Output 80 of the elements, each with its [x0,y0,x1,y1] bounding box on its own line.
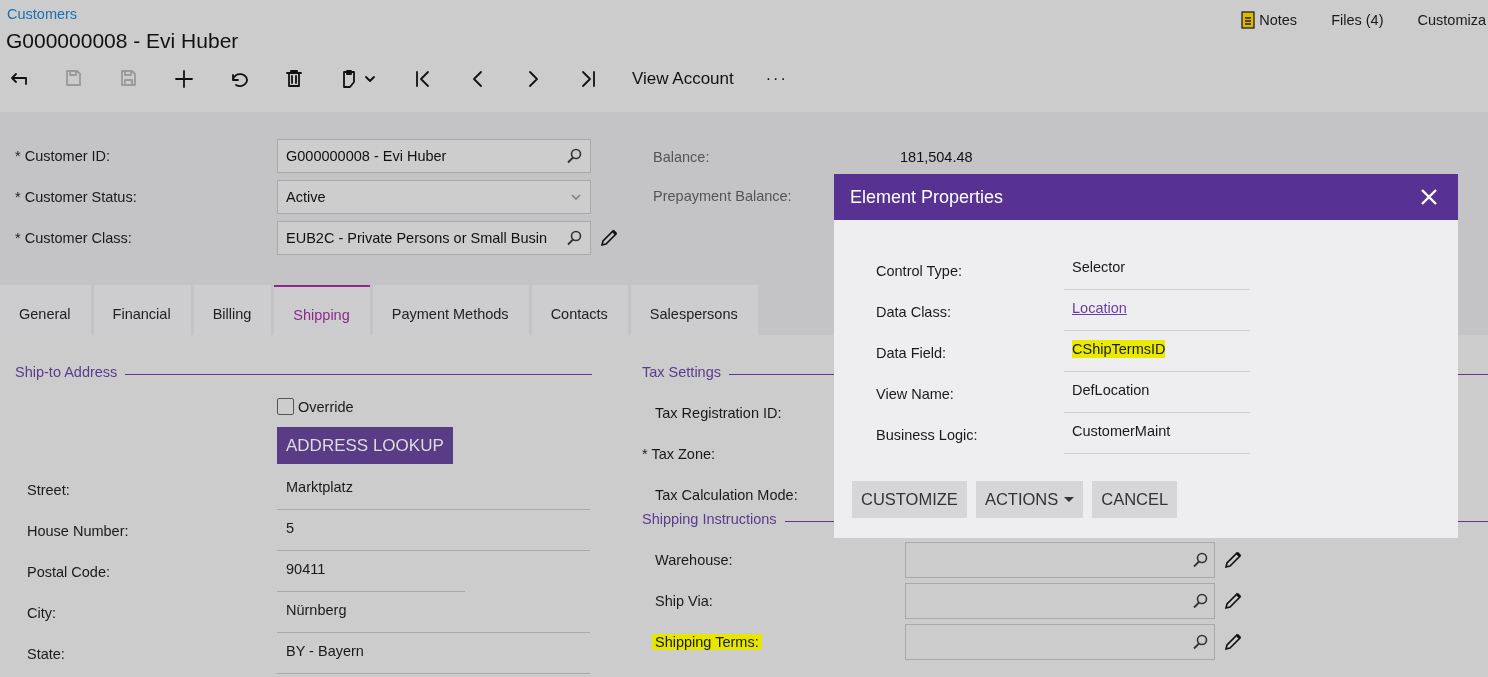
highlighted-label: Shipping Terms: [652,633,762,650]
property-value: CShipTermsID [1072,340,1166,358]
trash-icon[interactable] [283,68,305,90]
toolbar-link[interactable]: Customiza [1417,11,1486,29]
close-icon [1420,188,1438,206]
property-value: DefLocation [1072,381,1150,399]
field-value: 181,504.48 [900,149,973,165]
field-value: G000000008 - Evi Huber [286,148,447,164]
field-value[interactable]: 5 [277,510,590,551]
close-button[interactable] [1420,188,1438,206]
field-label: Tax Calculation Mode: [654,486,798,503]
selector-field[interactable]: G000000008 - Evi Huber [277,139,591,173]
property-value: Selector [1072,258,1126,276]
field-label: Street: [27,481,70,498]
property-label: Control Type: [876,263,962,279]
field-label: * Tax Zone: [642,445,716,462]
property-value: CustomerMaint [1072,422,1171,440]
property-label: Business Logic: [876,427,978,443]
note-icon [1241,11,1256,29]
field-label: Prepayment Balance: [653,188,792,204]
dialog-button[interactable]: CUSTOMIZE [852,481,967,518]
menu-button[interactable]: ACTIONS [975,481,1084,518]
section-heading: Shipping Instructions [642,511,777,527]
field-value[interactable]: Marktplatz [277,469,590,510]
tab[interactable]: General [0,285,91,335]
section-heading: Ship-to Address [15,364,118,380]
add-icon[interactable] [173,68,195,90]
field-label: State: [27,645,65,662]
field-label: Tax Registration ID: [654,404,782,421]
pencil-icon[interactable] [1223,631,1243,652]
search-icon[interactable] [1192,551,1208,568]
field-label: * Customer Status: [15,189,137,205]
dialog-button[interactable]: CANCEL [1092,481,1178,518]
search-icon[interactable] [1192,592,1208,609]
property-label: Data Class: [876,304,951,320]
field-label: Balance: [653,149,710,165]
tab[interactable]: Payment Methods [372,285,529,335]
tab[interactable]: Billing [193,285,272,335]
field-value[interactable]: Nürnberg [277,592,590,633]
pencil-icon[interactable] [1223,549,1243,570]
chevron-down-icon[interactable] [364,73,376,85]
field-label: * Customer Class: [15,230,132,246]
field-label: City: [27,604,56,621]
tab[interactable]: Shipping [274,285,370,337]
pencil-icon[interactable] [1223,590,1243,611]
dropdown-field[interactable]: Active [277,180,591,214]
field-value: EUB2C - Private Persons or Small Busin [286,230,548,246]
field-label: Ship Via: [655,592,713,609]
field-label: Warehouse: [655,551,733,568]
selector-field[interactable] [905,623,1215,660]
toolbar-link[interactable]: Notes [1241,11,1298,29]
property-label: View Name: [876,386,954,402]
field-value[interactable]: 90411 [277,551,465,592]
caret-down-icon [1064,496,1075,503]
field-label: * Customer ID: [15,148,111,164]
field-label: House Number: [27,522,129,539]
selector-field[interactable]: EUB2C - Private Persons or Small Busin [277,221,591,255]
search-icon[interactable] [1192,633,1208,650]
checkbox[interactable] [277,398,294,415]
property-label: Data Field: [876,345,947,361]
address-lookup-button[interactable]: ADDRESS LOOKUP [277,427,453,464]
checkbox-label: Override [298,398,354,415]
page-title: G000000008 - Evi Huber [6,29,239,53]
selector-field[interactable] [905,541,1215,578]
dialog-title: Element Properties [850,186,1004,208]
field-value[interactable]: BY - Bayern [277,633,590,674]
pencil-icon[interactable] [599,228,619,248]
property-link[interactable]: Location [1072,299,1127,317]
section-heading: Tax Settings [642,364,721,380]
toolbar-link[interactable]: Files (4) [1331,11,1384,29]
tab[interactable]: Contacts [531,285,628,335]
tab[interactable]: Salespersons [630,285,758,335]
selector-field[interactable] [905,582,1215,619]
more-button[interactable]: ··· [765,70,788,88]
search-icon[interactable] [566,230,582,246]
tab[interactable]: Financial [93,285,191,335]
toolbar-button[interactable]: View Account [632,69,734,89]
field-value: Active [286,189,326,205]
field-label: Postal Code: [27,563,111,580]
search-icon[interactable] [566,148,582,164]
